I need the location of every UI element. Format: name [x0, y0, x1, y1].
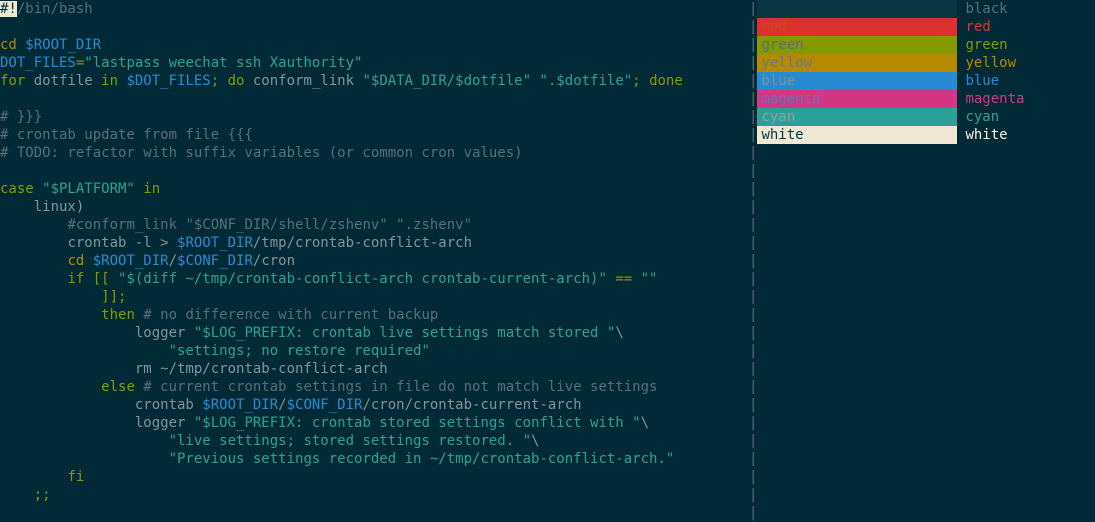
vertical-split-bar: | — [749, 108, 757, 126]
color-label-green: green — [957, 36, 1007, 54]
var-dotfiles: DOT_FILES — [0, 55, 76, 71]
vertical-split-bar: | — [749, 270, 757, 288]
vertical-split-bar: | — [749, 162, 757, 180]
kw-done: done — [649, 73, 683, 89]
comment-todo: # TODO: refactor with suffix variables (… — [0, 145, 523, 161]
vertical-split-bar: | — [749, 0, 757, 18]
vertical-split-bar: | — [749, 126, 757, 144]
cd-builtin: cd — [0, 37, 17, 53]
vertical-split-bar: | — [749, 414, 757, 432]
swatch-white: white — [757, 126, 957, 144]
color-swatch-pane: |blackblack|redred|greengreen|yellowyell… — [749, 0, 1095, 520]
kw-for: for — [0, 73, 25, 89]
case-terminator: ;; — [0, 487, 51, 503]
vertical-split-bar: | — [749, 90, 757, 108]
color-label-yellow: yellow — [957, 54, 1016, 72]
var-rootdir: $ROOT_DIR — [25, 37, 101, 53]
kw-fi: fi — [67, 469, 84, 485]
vertical-split-bar: | — [749, 36, 757, 54]
vertical-split-bar: | — [749, 450, 757, 468]
color-label-cyan: cyan — [957, 108, 999, 126]
vertical-split-bar: | — [749, 360, 757, 378]
case-pattern-linux: linux) — [0, 199, 84, 215]
color-label-blue: blue — [957, 72, 999, 90]
kw-case: case — [0, 181, 34, 197]
vertical-split-bar: | — [749, 468, 757, 486]
swatch-cyan: cyan — [757, 108, 957, 126]
color-label-black: black — [957, 0, 1007, 18]
vertical-split-bar: | — [749, 432, 757, 450]
vertical-split-bar: | — [749, 198, 757, 216]
vertical-split-bar: | — [749, 288, 757, 306]
vertical-split-bar: | — [749, 144, 757, 162]
vertical-split-bar: | — [749, 216, 757, 234]
swatch-red: red — [757, 18, 957, 36]
kw-in: in — [101, 73, 118, 89]
vertical-split-bar: | — [749, 378, 757, 396]
vertical-split-bar: | — [749, 504, 757, 522]
swatch-green: green — [757, 36, 957, 54]
swatch-magenta: magenta — [757, 90, 957, 108]
vertical-split-bar: | — [749, 306, 757, 324]
vertical-split-bar: | — [749, 396, 757, 414]
comment-fold-open: # crontab update from file {{{ — [0, 127, 253, 143]
shebang-path: /bin/bash — [17, 1, 93, 17]
vertical-split-bar: | — [749, 252, 757, 270]
vertical-split-bar: | — [749, 486, 757, 504]
code-editor-pane[interactable]: #!/bin/bash cd $ROOT_DIR DOT_FILES="last… — [0, 0, 749, 520]
swatch-yellow: yellow — [757, 54, 957, 72]
color-label-red: red — [957, 18, 990, 36]
kw-do: do — [228, 73, 245, 89]
vertical-split-bar: | — [749, 54, 757, 72]
string-dotfiles: "lastpass weechat ssh Xauthority" — [84, 55, 362, 71]
kw-else: else — [101, 379, 135, 395]
vertical-split-bar: | — [749, 72, 757, 90]
vertical-split-bar: | — [749, 234, 757, 252]
swatch-blue: blue — [757, 72, 957, 90]
vertical-split-bar: | — [749, 342, 757, 360]
swatch-black: black — [757, 0, 957, 18]
shebang-hash: #! — [0, 1, 17, 17]
kw-if: if — [67, 271, 84, 287]
vertical-split-bar: | — [749, 180, 757, 198]
vertical-split-bar: | — [749, 324, 757, 342]
kw-then: then — [101, 307, 135, 323]
comment-fold-close: # }}} — [0, 109, 42, 125]
color-label-white: white — [957, 126, 1007, 144]
color-label-magenta: magenta — [957, 90, 1024, 108]
vertical-split-bar: | — [749, 18, 757, 36]
